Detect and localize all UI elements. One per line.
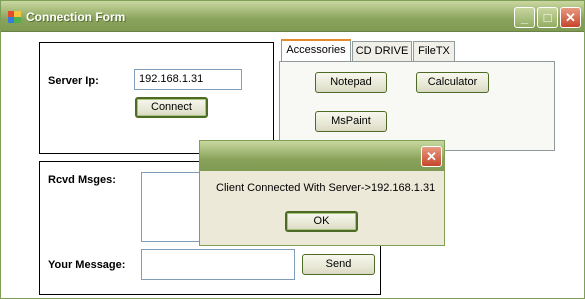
server-ip-input[interactable]: 192.168.1.31	[134, 69, 242, 90]
dialog-title-bar[interactable]: ✕	[200, 141, 444, 171]
accessories-panel: Notepad Calculator MsPaint	[279, 61, 555, 151]
dialog-close-button[interactable]: ✕	[421, 146, 442, 167]
notepad-button[interactable]: Notepad	[315, 72, 387, 93]
message-dialog: ✕ Client Connected With Server->192.168.…	[199, 140, 445, 246]
main-window: Connection Form _ □ ✕ Server Ip: 192.168…	[0, 0, 585, 299]
tab-accessories[interactable]: Accessories	[281, 39, 351, 62]
calculator-button[interactable]: Calculator	[416, 72, 489, 93]
connect-button[interactable]: Connect	[135, 97, 208, 118]
close-button[interactable]: ✕	[560, 7, 581, 28]
maximize-icon: □	[543, 10, 552, 25]
mspaint-button[interactable]: MsPaint	[315, 111, 387, 132]
maximize-button[interactable]: □	[537, 7, 558, 28]
app-icon	[8, 11, 21, 23]
minimize-button[interactable]: _	[514, 7, 535, 28]
window-title: Connection Form	[26, 10, 126, 24]
minimize-icon: _	[520, 10, 529, 25]
tab-filetx[interactable]: FileTX	[413, 41, 455, 61]
dialog-message: Client Connected With Server->192.168.1.…	[216, 182, 436, 194]
send-button[interactable]: Send	[302, 254, 375, 275]
tab-cd-drive[interactable]: CD DRIVE	[352, 41, 412, 61]
message-input[interactable]	[141, 249, 295, 280]
close-icon: ✕	[565, 10, 576, 25]
close-icon: ✕	[426, 149, 437, 164]
server-ip-label: Server Ip:	[48, 75, 99, 87]
your-message-label: Your Message:	[48, 259, 126, 271]
received-messages-label: Rcvd Msges:	[48, 174, 116, 186]
connection-group: Server Ip: 192.168.1.31 Connect	[39, 42, 274, 154]
ok-button[interactable]: OK	[285, 211, 358, 232]
title-bar[interactable]: Connection Form _ □ ✕	[1, 1, 584, 32]
